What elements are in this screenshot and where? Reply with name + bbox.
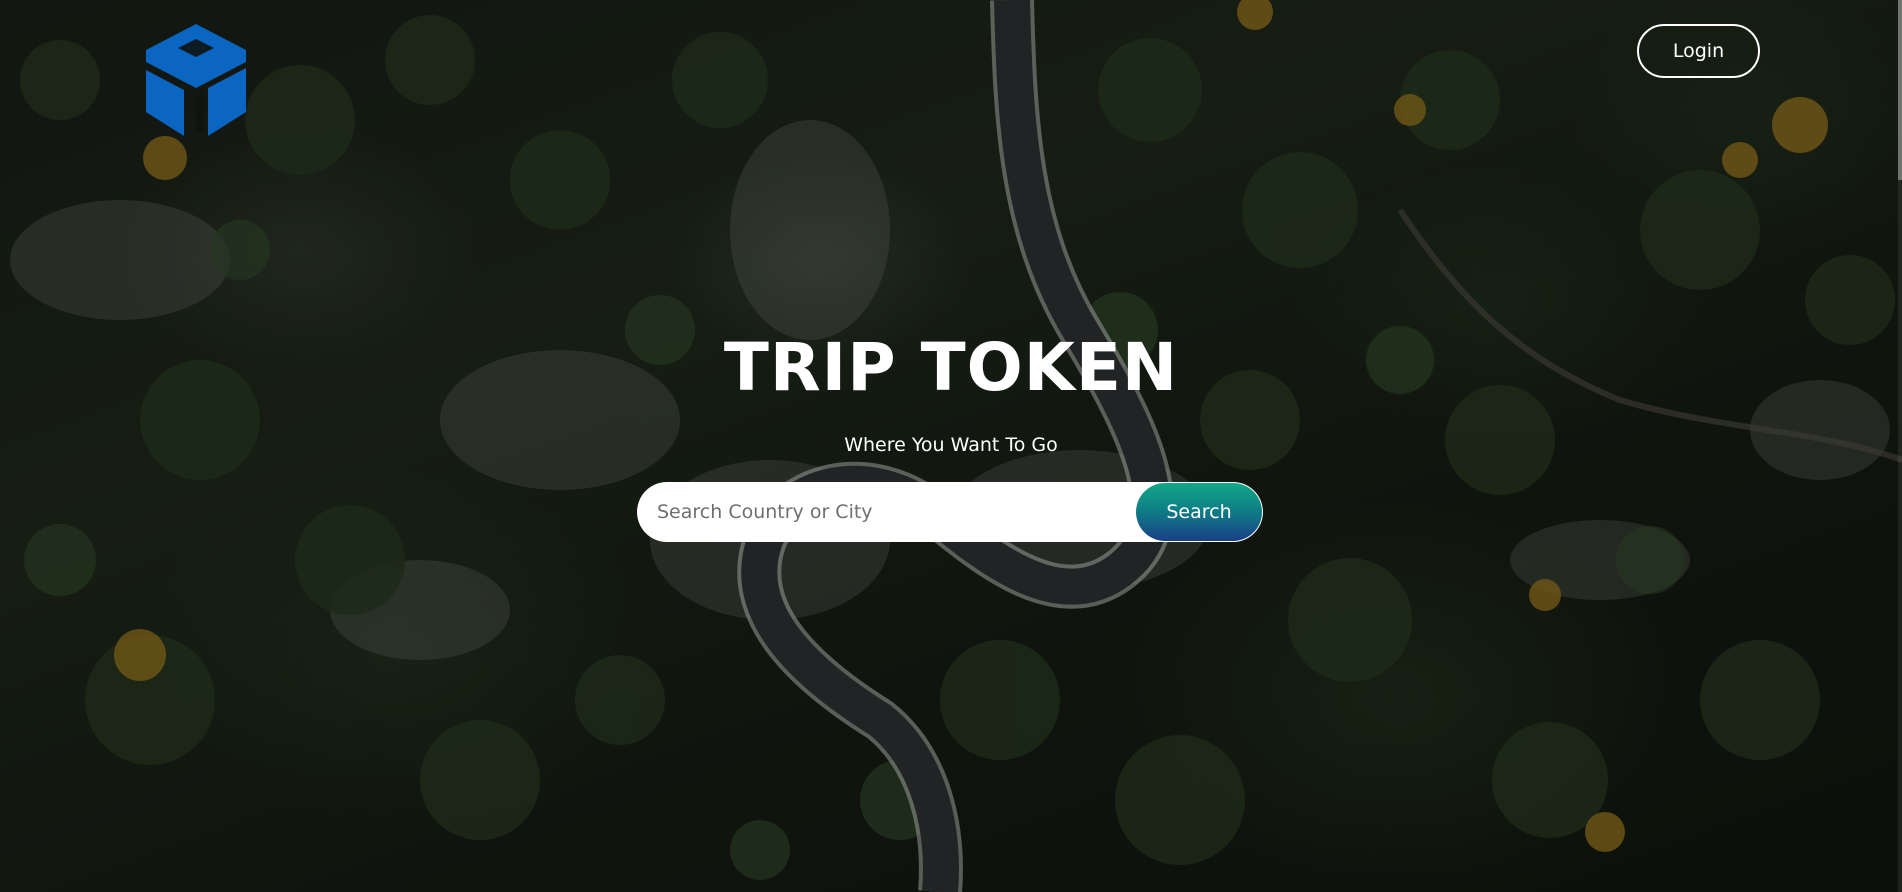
search-button[interactable]: Search: [1136, 483, 1262, 541]
search-input[interactable]: [637, 482, 1136, 542]
login-button[interactable]: Login: [1637, 24, 1760, 78]
scrollbar-thumb[interactable]: [1898, 0, 1902, 180]
page-title: TRIP TOKEN: [723, 329, 1179, 406]
search-bar: Search: [637, 482, 1263, 542]
cube-logo-icon[interactable]: [138, 22, 254, 138]
page-scrollbar[interactable]: [1898, 0, 1902, 892]
page-subtitle: Where You Want To Go: [844, 434, 1058, 456]
landing-page: Login TRIP TOKEN Where You Want To Go Se…: [0, 0, 1902, 892]
